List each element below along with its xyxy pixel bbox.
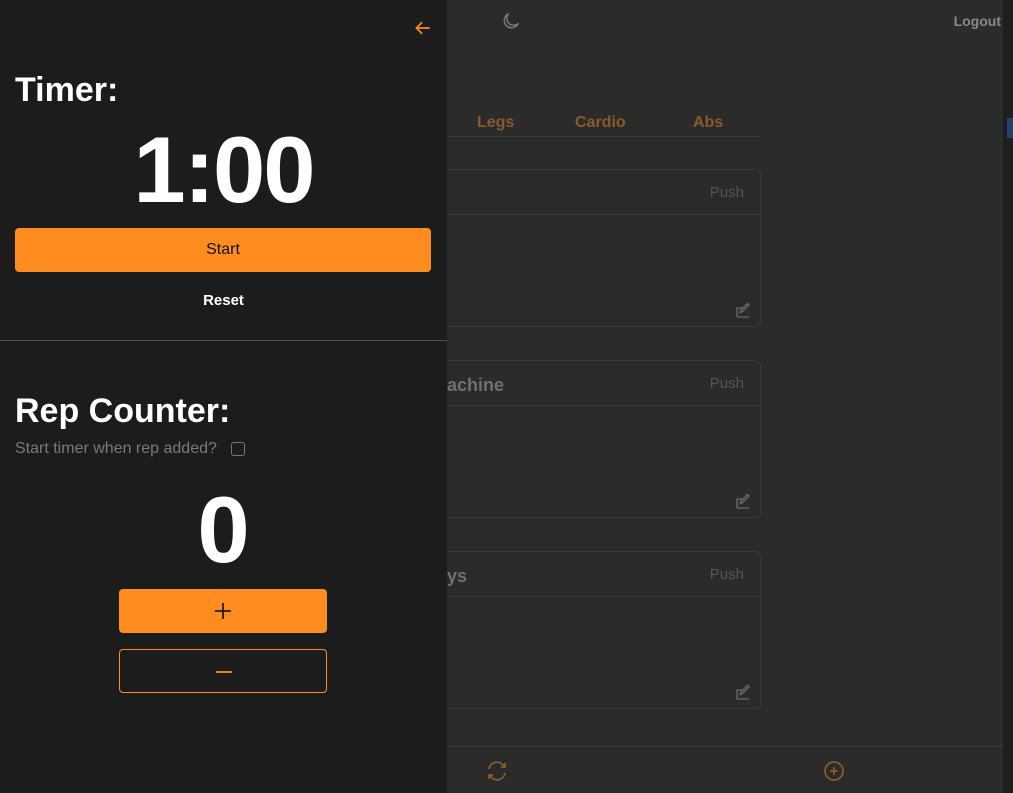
logout-button[interactable]: Logout xyxy=(954,13,1001,29)
timer-heading: Timer: xyxy=(15,71,119,109)
tab-abs[interactable]: Abs xyxy=(693,114,723,132)
start-button[interactable]: Start xyxy=(15,228,431,272)
remove-rep-button[interactable] xyxy=(119,649,327,693)
minus-icon xyxy=(216,671,232,673)
scroll-indicator xyxy=(1007,118,1013,138)
add-rep-button[interactable] xyxy=(119,589,327,633)
edit-icon[interactable] xyxy=(734,684,752,702)
reset-button[interactable]: Reset xyxy=(0,292,447,309)
exercise-card[interactable]: achine Push xyxy=(447,360,761,518)
exercise-tag: Push xyxy=(709,566,744,583)
exercise-name: ys xyxy=(447,566,468,586)
exercise-tag: Push xyxy=(709,375,744,392)
arrow-left-icon[interactable] xyxy=(413,18,433,38)
card-header: ys Push xyxy=(447,552,760,597)
timer-drawer: Timer: 1:00 Start Reset Rep Counter: Sta… xyxy=(0,0,447,793)
plus-circle-icon[interactable] xyxy=(822,759,846,783)
exercise-name: achine xyxy=(447,375,505,395)
auto-start-checkbox[interactable] xyxy=(231,442,245,456)
app-root: Logout Legs Cardio Abs Push achine Push … xyxy=(0,0,1013,793)
card-header: Push xyxy=(447,170,760,215)
tab-cardio[interactable]: Cardio xyxy=(575,114,626,132)
timer-display: 1:00 xyxy=(133,117,315,222)
tab-legs[interactable]: Legs xyxy=(477,114,514,132)
rep-count: 0 xyxy=(197,477,250,582)
category-tabs: Legs Cardio Abs xyxy=(447,108,760,137)
auto-start-label: Start timer when rep added? xyxy=(15,440,217,457)
exercise-tag: Push xyxy=(709,184,744,201)
edit-icon[interactable] xyxy=(734,493,752,511)
card-header: achine Push xyxy=(447,361,760,406)
bottom-nav xyxy=(447,746,1003,793)
rep-counter-heading: Rep Counter: xyxy=(15,392,231,430)
edit-icon[interactable] xyxy=(734,302,752,320)
refresh-icon[interactable] xyxy=(485,759,509,783)
moon-icon[interactable] xyxy=(500,10,522,32)
exercise-card[interactable]: ys Push xyxy=(447,551,761,709)
exercise-card[interactable]: Push xyxy=(447,169,761,327)
divider xyxy=(0,340,447,341)
plus-icon xyxy=(215,603,231,619)
window-edge xyxy=(1003,0,1013,793)
